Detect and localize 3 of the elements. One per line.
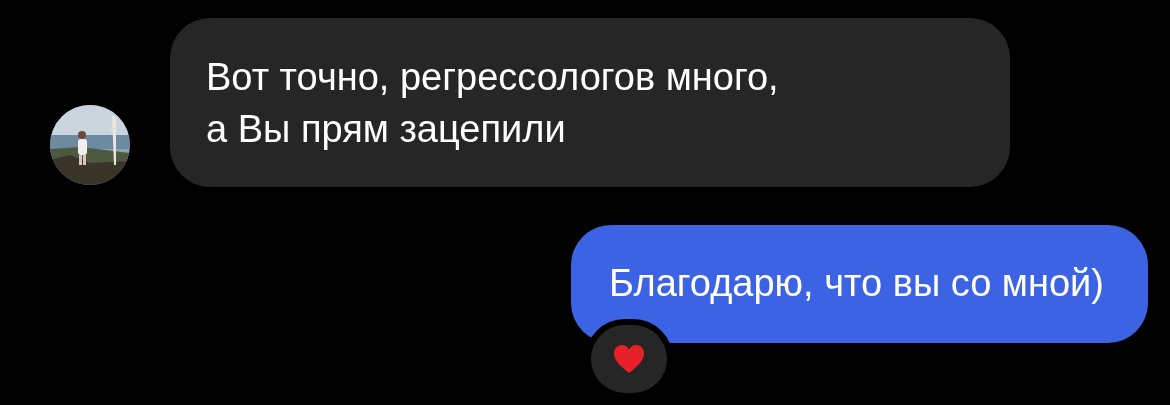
message-text: Вот точно, регрессологов много, а Вы прям зацепили: [206, 55, 780, 152]
message-text: Благодарю, что вы со мной): [609, 261, 1104, 306]
heart-icon: [613, 344, 646, 374]
